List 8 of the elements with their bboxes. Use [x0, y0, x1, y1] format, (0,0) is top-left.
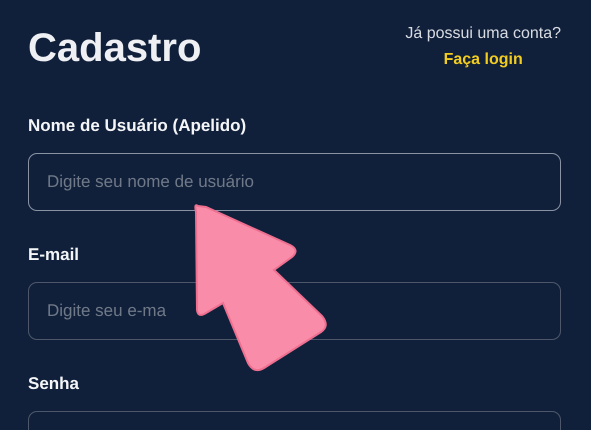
field-label: Nome de Usuário (Apelido)	[28, 116, 248, 136]
login-link[interactable]: Faça login	[444, 51, 523, 69]
login-prompt: Já possui uma conta?	[405, 25, 561, 43]
field-label: E-mail	[28, 245, 80, 265]
field-label: Senha	[28, 374, 80, 394]
input-field[interactable]: Digite seu nome de usuário	[28, 153, 561, 211]
input-field[interactable]: Digite seu e-ma	[28, 282, 561, 340]
page-title: Cadastro	[28, 26, 202, 71]
